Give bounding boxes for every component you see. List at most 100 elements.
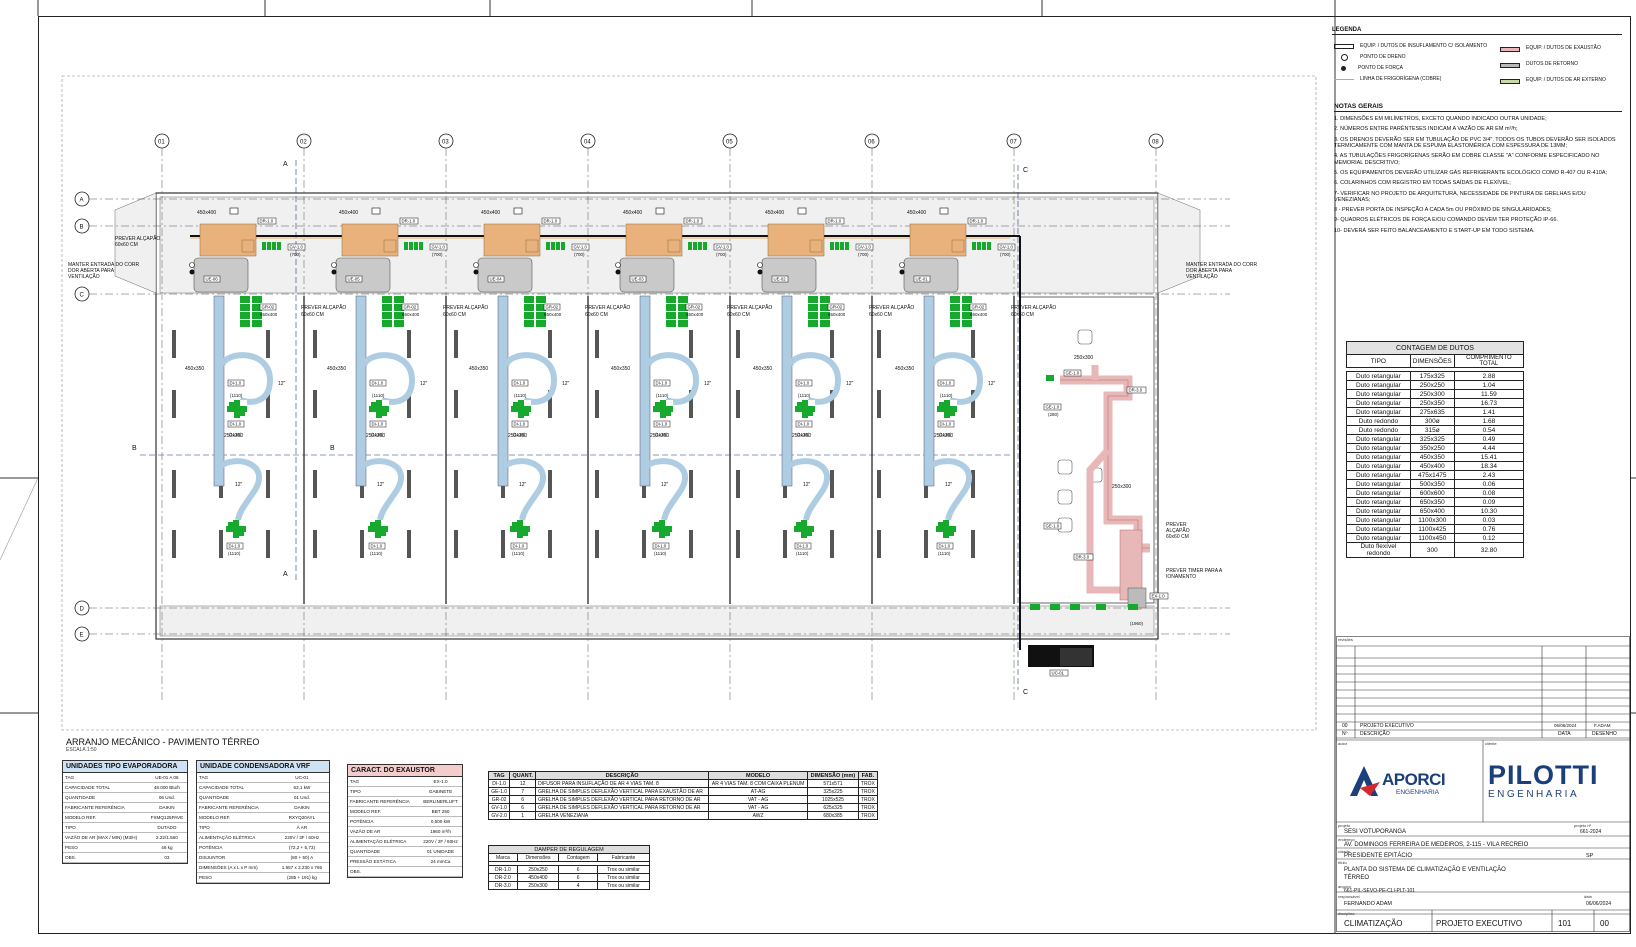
spec-value: DUTADO [146, 822, 187, 833]
duct-length: 2.88 [1453, 371, 1525, 381]
rev-col-num: Nº [1342, 731, 1348, 737]
diffuser-tag: DI-1.0 [655, 543, 667, 548]
note-item: 5. OS EQUIPAMENTOS DEVERÃO UTILIZAR GÁS … [1334, 169, 1608, 176]
light-fixture [595, 470, 599, 498]
duct-type: Duto redondo [1346, 425, 1411, 435]
spec-key: TAG [197, 773, 275, 783]
diffuser [655, 402, 660, 406]
diffuser [797, 402, 802, 406]
spec-row: TAG EX-1.0 [348, 777, 462, 787]
diffuser [239, 532, 244, 536]
spec-key: DISJUNTOR [197, 852, 275, 863]
fan-coil-marker [655, 207, 665, 215]
spec-value: DAIKIN [146, 802, 187, 813]
spec-key: OBS. [63, 852, 147, 863]
light-fixture [313, 390, 317, 418]
return-grille-tag: GR-02 [404, 304, 417, 309]
spec-key: FABRICANTE REFERÊNCIA [348, 796, 420, 807]
ventilation-grille [982, 242, 986, 250]
plenum-box [241, 239, 255, 253]
spec-key: MODELO REF. [197, 812, 275, 823]
spec-row: TAG UE-01 A 06 [63, 773, 187, 783]
diffuser-tag: DI-1.0 [798, 380, 810, 385]
device-model: VAT - AG [708, 803, 809, 812]
light-fixture [971, 330, 975, 358]
supply-duct [781, 295, 793, 487]
legend-item-return: DUTOS DE RETORNO [1500, 57, 1630, 73]
exhaust-grille-flow: (280) [1048, 412, 1059, 417]
diffuser-tag: DI-1.0 [230, 380, 242, 385]
return-grille [808, 296, 818, 303]
access-hatch-size: 60x60 CM [869, 312, 892, 318]
return-grille [524, 320, 534, 327]
duct-row: Duto retangular 275x635 1.41 [1346, 407, 1525, 417]
duct-dim-label: 250x300 [1074, 355, 1093, 361]
duct-length: 11.59 [1453, 389, 1525, 399]
flex-size: 12" [803, 482, 811, 488]
duct-type: Duto retangular [1346, 452, 1411, 462]
duct-type: Duto retangular [1346, 524, 1411, 534]
diffuser-flow: (1110) [654, 551, 667, 556]
note-item: 7- VERIFICAR NO PROJETO DE ARQUITETURA, … [1334, 190, 1586, 203]
return-grille [666, 320, 676, 327]
damper-tag: DR-3.0 [1129, 387, 1143, 392]
pilotti-sub: ENGENHARIA [1488, 789, 1580, 800]
damper-count: 4 [558, 881, 599, 890]
drain-icon [1341, 54, 1348, 61]
damper-table: DAMPER DE REGULAGEM Marca Dimensões Contag… [488, 845, 650, 890]
exhaust-grille-tag: GE-1.0 [1046, 523, 1060, 528]
spec-value: UC-01 [274, 773, 329, 783]
spec-value: FXMQ125PAVE [146, 812, 187, 823]
spec-key: PRESSÃO ESTÁTICA [348, 856, 420, 867]
access-hatch-note: PREVER ALÇAPÃO [727, 304, 772, 311]
duct-dim-label: 450x400 [907, 210, 926, 216]
access-hatch-size: 60x60 CM [301, 312, 324, 318]
legend-title: LEGENDA [1332, 27, 1622, 35]
exhaust-grille-tag: GE-1.0 [1046, 404, 1060, 409]
spec-key: TAG [348, 777, 420, 787]
drain-point-icon [899, 262, 905, 268]
spec-row: VAZÃO DE AR 1960 m³/h [348, 826, 462, 837]
drain-point-icon [757, 262, 763, 268]
device-row: GE-1.0 7 GRELHA DE SIMPLES DEFLEXÃO VERTIC… [487, 787, 879, 796]
plenum-box [383, 239, 397, 253]
legend-left: EQUIP. / DUTOS DE INSUFLAMENTO C/ ISOLAM… [1334, 41, 1494, 85]
damper-tag: DR-3.0 [1076, 554, 1090, 559]
spec-value: 46 kg [146, 842, 187, 853]
duct-dim: 1100x300 [1409, 515, 1455, 525]
condenser-spec-body: TAG UC-01 CAPACIDADE TOTAL 63,1 kW QUANTIDAD… [197, 773, 329, 883]
ventilation-grille [546, 242, 550, 250]
diffuser-tag: DI-1.0 [798, 421, 810, 426]
spec-value: 63,1 kW [274, 782, 329, 793]
device-tag: GE-1.0 [487, 787, 511, 796]
grid-label-col: 05 [726, 140, 733, 146]
device-col-header: QUANT. [509, 771, 537, 780]
damper-dim: 250x300 [516, 881, 560, 890]
damper-col-header: Marca [488, 853, 518, 862]
return-swatch [1500, 62, 1520, 68]
access-hatch-note: PREVER ALÇAPÃO [1011, 304, 1056, 311]
spec-row: PESO 46 kg [63, 842, 187, 853]
legend-right: EQUIP. / DUTOS DE EXAUSTÃO DUTOS DE RETO… [1500, 41, 1630, 89]
exhaust-fan-tag: EX-1.0 [1152, 593, 1166, 598]
duct-row: Duto redondo 300ø 1.68 [1346, 416, 1525, 426]
light-fixture [877, 530, 881, 558]
duct-type: Duto retangular [1346, 434, 1411, 444]
exhaust-grille [1096, 604, 1106, 610]
exhaust-grille [1046, 375, 1054, 381]
terminal-devices-table: TAG QUANT. DESCRIÇÃO MODELO DIMENSÃO (mm) FAB… [487, 771, 879, 820]
duct-type: Duto retangular [1346, 443, 1411, 453]
duct-row: Duto retangular 450x400 18.34 [1346, 461, 1525, 471]
duct-length: 0.54 [1453, 425, 1525, 435]
spec-value: À AR [274, 822, 329, 833]
spec-key: OBS. [348, 866, 420, 877]
device-row: DI-1.0 12 DIFUSOR PARA INSUFLAÇÃO DE AR 4 … [487, 779, 879, 788]
duct-dim: 300ø [1409, 416, 1455, 426]
return-grille [382, 304, 392, 311]
spec-key: MODELO REF. [63, 812, 147, 823]
duct-length: 0.09 [1453, 497, 1525, 507]
note-item: 2. NÚMEROS ENTRE PARÊNTESES INDICAM A VA… [1334, 126, 1518, 133]
toilet-fixture [1057, 489, 1073, 505]
diffuser-tag: DI-1.0 [372, 380, 384, 385]
ventilation-grille-tag: GV-1.0 [432, 244, 446, 249]
